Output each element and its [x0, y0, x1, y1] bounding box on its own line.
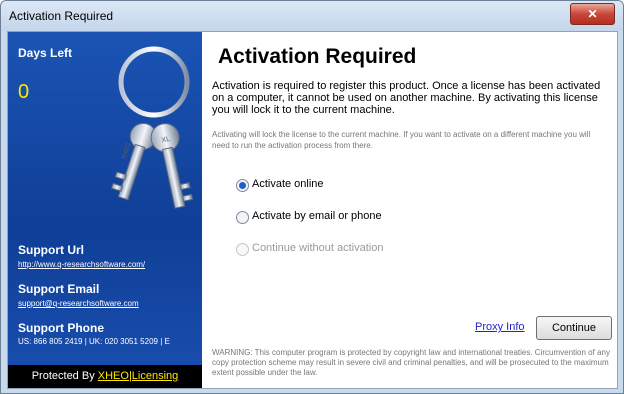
main-panel: Activation Required Activation is requir… — [202, 32, 617, 388]
support-email-label: Support Email — [18, 282, 100, 296]
window-title: Activation Required — [9, 9, 114, 23]
activation-window: Activation Required ✕ Days Left 0 XHEO X… — [0, 0, 624, 394]
radio-unselected-icon[interactable] — [236, 211, 249, 224]
proxy-info-link[interactable]: Proxy Info — [475, 321, 525, 333]
page-title: Activation Required — [218, 45, 417, 68]
support-url-link[interactable]: http://www.q-researchsoftware.com/ — [18, 260, 145, 269]
radio-disabled-icon — [236, 243, 249, 256]
close-button[interactable]: ✕ — [570, 3, 615, 25]
protected-by-text: Protected By — [31, 370, 98, 382]
activation-note: Activating will lock the license to the … — [212, 130, 591, 150]
days-left-label: Days Left — [18, 46, 73, 60]
activation-description: Activation is required to register this … — [212, 80, 601, 116]
dialog-body: Days Left 0 XHEO XL Support Url http://w… — [7, 31, 618, 389]
support-phone-numbers: US: 866 805 2419 | UK: 020 3051 5209 | E — [18, 337, 170, 346]
radio-label: Activate online — [252, 178, 324, 190]
keys-icon: XHEO XL — [111, 46, 194, 209]
support-email-link[interactable]: support@q-researchsoftware.com — [18, 299, 139, 308]
close-icon: ✕ — [587, 7, 598, 21]
xheo-licensing-link[interactable]: XHEO|Licensing — [98, 370, 179, 382]
support-phone-label: Support Phone — [18, 321, 104, 335]
continue-button[interactable]: Continue — [536, 316, 612, 340]
copyright-warning: WARNING: This computer program is protec… — [212, 348, 610, 377]
protected-by-footer: Protected By XHEO|Licensing — [8, 365, 202, 388]
title-bar[interactable]: Activation Required ✕ — [1, 1, 623, 31]
days-left-value: 0 — [18, 81, 30, 103]
support-url-label: Support Url — [18, 243, 84, 257]
radio-label: Continue without activation — [252, 242, 384, 254]
radio-selected-icon[interactable] — [236, 179, 249, 192]
radio-label: Activate by email or phone — [252, 210, 382, 222]
sidebar-panel: Days Left 0 XHEO XL Support Url http://w… — [8, 32, 202, 388]
